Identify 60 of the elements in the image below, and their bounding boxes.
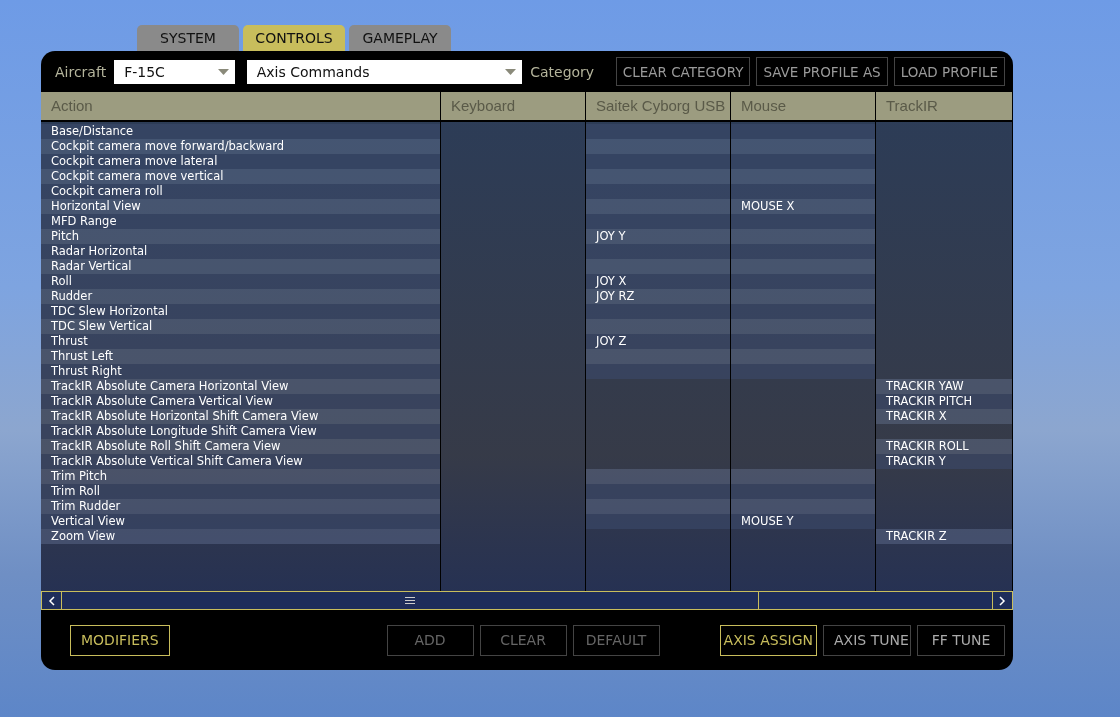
category-dropdown[interactable]: Axis Commands bbox=[246, 59, 523, 84]
action-cell[interactable]: TrackIR Absolute Camera Horizontal View bbox=[41, 379, 440, 394]
binding-cell[interactable]: TRACKIR PITCH bbox=[876, 394, 1012, 409]
binding-cell[interactable]: TRACKIR X bbox=[876, 409, 1012, 424]
action-cell[interactable]: Cockpit camera roll bbox=[41, 184, 440, 199]
action-cell[interactable]: Radar Vertical bbox=[41, 259, 440, 274]
action-cell[interactable]: TrackIR Absolute Longitude Shift Camera View bbox=[41, 424, 440, 439]
binding-cell[interactable]: JOY RZ bbox=[586, 289, 730, 304]
action-cell[interactable]: TrackIR Absolute Vertical Shift Camera View bbox=[41, 454, 440, 469]
binding-cell[interactable]: TRACKIR YAW bbox=[876, 379, 1012, 394]
action-cell[interactable]: Cockpit camera move lateral bbox=[41, 154, 440, 169]
binding-cell[interactable]: JOY X bbox=[586, 274, 730, 289]
action-cell[interactable]: Rudder bbox=[41, 289, 440, 304]
modifiers-button[interactable]: MODIFIERS bbox=[70, 624, 170, 656]
action-cell[interactable]: Cockpit camera move vertical bbox=[41, 169, 440, 184]
action-cell[interactable]: TDC Slew Vertical bbox=[41, 319, 440, 334]
action-cell[interactable]: Thrust Right bbox=[41, 364, 440, 379]
action-cell[interactable]: Vertical View bbox=[41, 514, 440, 529]
binding-cell[interactable]: JOY Y bbox=[586, 229, 730, 244]
tab[interactable]: SYSTEM bbox=[137, 25, 239, 51]
action-cell[interactable]: TrackIR Absolute Camera Vertical View bbox=[41, 394, 440, 409]
profile-button[interactable]: CLEAR CATEGORY bbox=[615, 57, 751, 86]
action-cell[interactable]: TDC Slew Horizontal bbox=[41, 304, 440, 319]
mode-button[interactable]: AXIS ASSIGN bbox=[719, 624, 817, 656]
grip-icon bbox=[405, 597, 415, 604]
binding-cell[interactable]: JOY Z bbox=[586, 334, 730, 349]
caret-icon bbox=[217, 68, 229, 75]
action-cell[interactable]: Base/Distance bbox=[41, 124, 440, 139]
binding-cell[interactable]: MOUSE X bbox=[731, 199, 875, 214]
binding-cell[interactable]: TRACKIR Z bbox=[876, 529, 1012, 544]
tab[interactable]: GAMEPLAY bbox=[349, 25, 451, 51]
binding-cell[interactable]: MOUSE Y bbox=[731, 514, 875, 529]
tab[interactable]: CONTROLS bbox=[243, 25, 345, 51]
action-cell[interactable]: Roll bbox=[41, 274, 440, 289]
binding-cell[interactable]: TRACKIR ROLL bbox=[876, 439, 1012, 454]
aircraft-label: Aircraft bbox=[55, 63, 107, 80]
action-cell[interactable]: Pitch bbox=[41, 229, 440, 244]
caret-icon bbox=[505, 68, 517, 75]
action-cell[interactable]: Zoom View bbox=[41, 529, 440, 544]
action-cell[interactable]: Horizontal View bbox=[41, 199, 440, 214]
aircraft-dropdown[interactable]: F-15C bbox=[114, 59, 235, 84]
chevron-right-icon bbox=[999, 595, 1006, 606]
binding-cell[interactable]: TRACKIR Y bbox=[876, 454, 1012, 469]
action-cell[interactable]: Cockpit camera move forward/backward bbox=[41, 139, 440, 154]
action-cell[interactable]: Trim Roll bbox=[41, 484, 440, 499]
mode-button[interactable]: FF TUNE bbox=[917, 624, 1005, 656]
mode-button[interactable]: AXIS TUNE bbox=[823, 624, 911, 656]
action-cell[interactable]: Thrust Left bbox=[41, 349, 440, 364]
action-cell[interactable]: MFD Range bbox=[41, 214, 440, 229]
action-cell[interactable]: TrackIR Absolute Roll Shift Camera View bbox=[41, 439, 440, 454]
profile-button[interactable]: LOAD PROFILE bbox=[893, 57, 1005, 86]
action-cell[interactable]: Radar Horizontal bbox=[41, 244, 440, 259]
category-label: Category bbox=[530, 63, 595, 80]
action-cell[interactable]: Thrust bbox=[41, 334, 440, 349]
action-cell[interactable]: Trim Pitch bbox=[41, 469, 440, 484]
action-cell[interactable]: Trim Rudder bbox=[41, 499, 440, 514]
horizontal-scrollbar[interactable] bbox=[41, 591, 1013, 610]
chevron-left-icon bbox=[48, 595, 55, 606]
profile-button[interactable]: SAVE PROFILE AS bbox=[756, 57, 888, 86]
action-cell[interactable]: TrackIR Absolute Horizontal Shift Camera View bbox=[41, 409, 440, 424]
